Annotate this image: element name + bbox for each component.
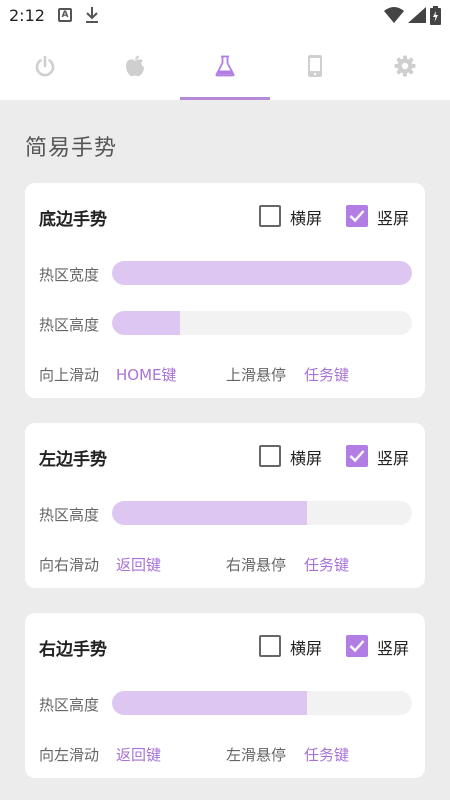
check-icon	[349, 450, 365, 463]
tab-settings[interactable]	[360, 32, 450, 100]
swipe-hover-label: 左滑悬停	[226, 746, 287, 764]
bottom-gesture-card: 底边手势 横屏 竖屏 热区宽度 热区高度 向上滑动 HOME键 上滑悬停 任务键	[25, 183, 425, 398]
tab-phone[interactable]	[270, 32, 360, 100]
left-gesture-card: 左边手势 横屏 竖屏 热区高度 向右滑动 返回键 右滑悬停 任务键	[25, 423, 425, 588]
hotzone-height-slider[interactable]	[112, 311, 412, 335]
slider-fill	[112, 311, 180, 335]
page-title: 简易手势	[25, 136, 118, 161]
landscape-checkbox[interactable]	[259, 635, 281, 657]
portrait-checkbox[interactable]	[346, 205, 368, 227]
hotzone-height-label: 热区高度	[39, 696, 100, 714]
swipe-hover-action[interactable]: 任务键	[304, 744, 349, 765]
card-title: 底边手势	[39, 210, 107, 230]
hotzone-height-slider[interactable]	[112, 691, 412, 715]
check-icon	[349, 640, 365, 653]
flask-icon	[215, 55, 235, 77]
slider-fill	[112, 691, 307, 715]
status-bar: 2:12 A	[0, 0, 450, 32]
swipe-left-label: 向左滑动	[39, 746, 100, 764]
swipe-hover-label: 右滑悬停	[226, 556, 287, 574]
portrait-label: 竖屏	[377, 449, 410, 468]
signal-icon	[408, 7, 426, 27]
swipe-right-label: 向右滑动	[39, 556, 100, 574]
swipe-left-action[interactable]: 返回键	[116, 744, 161, 765]
slider-fill	[112, 501, 307, 525]
status-time: 2:12	[9, 6, 45, 25]
power-icon	[35, 55, 55, 77]
landscape-label: 横屏	[290, 449, 323, 468]
tab-apple[interactable]	[90, 32, 180, 100]
check-icon	[349, 210, 365, 223]
card-title: 右边手势	[39, 640, 107, 660]
gear-icon	[394, 55, 416, 77]
tab-power[interactable]	[0, 32, 90, 100]
slider-fill	[112, 261, 412, 285]
phone-icon	[308, 55, 322, 77]
hotzone-height-slider[interactable]	[112, 501, 412, 525]
tab-lab[interactable]	[180, 32, 270, 100]
portrait-checkbox[interactable]	[346, 445, 368, 467]
hotzone-height-label: 热区高度	[39, 316, 100, 334]
download-icon	[84, 6, 100, 28]
right-gesture-card: 右边手势 横屏 竖屏 热区高度 向左滑动 返回键 左滑悬停 任务键	[25, 613, 425, 778]
apple-icon	[126, 55, 144, 77]
wifi-icon	[384, 7, 404, 27]
hotzone-height-label: 热区高度	[39, 506, 100, 524]
portrait-checkbox[interactable]	[346, 635, 368, 657]
swipe-hover-action[interactable]: 任务键	[304, 364, 349, 385]
hotzone-width-label: 热区宽度	[39, 266, 100, 284]
hotzone-width-slider[interactable]	[112, 261, 412, 285]
swipe-up-action[interactable]: HOME键	[116, 364, 177, 385]
swipe-right-action[interactable]: 返回键	[116, 554, 161, 575]
tab-indicator	[180, 97, 270, 100]
swipe-hover-label: 上滑悬停	[226, 366, 287, 384]
portrait-label: 竖屏	[377, 209, 410, 228]
swipe-up-label: 向上滑动	[39, 366, 100, 384]
notification-a-icon: A	[58, 8, 72, 22]
card-title: 左边手势	[39, 450, 107, 470]
landscape-label: 横屏	[290, 209, 323, 228]
landscape-label: 横屏	[290, 639, 323, 658]
portrait-label: 竖屏	[377, 639, 410, 658]
tab-bar	[0, 32, 450, 100]
landscape-checkbox[interactable]	[259, 445, 281, 467]
landscape-checkbox[interactable]	[259, 205, 281, 227]
swipe-hover-action[interactable]: 任务键	[304, 554, 349, 575]
battery-icon	[430, 6, 441, 29]
